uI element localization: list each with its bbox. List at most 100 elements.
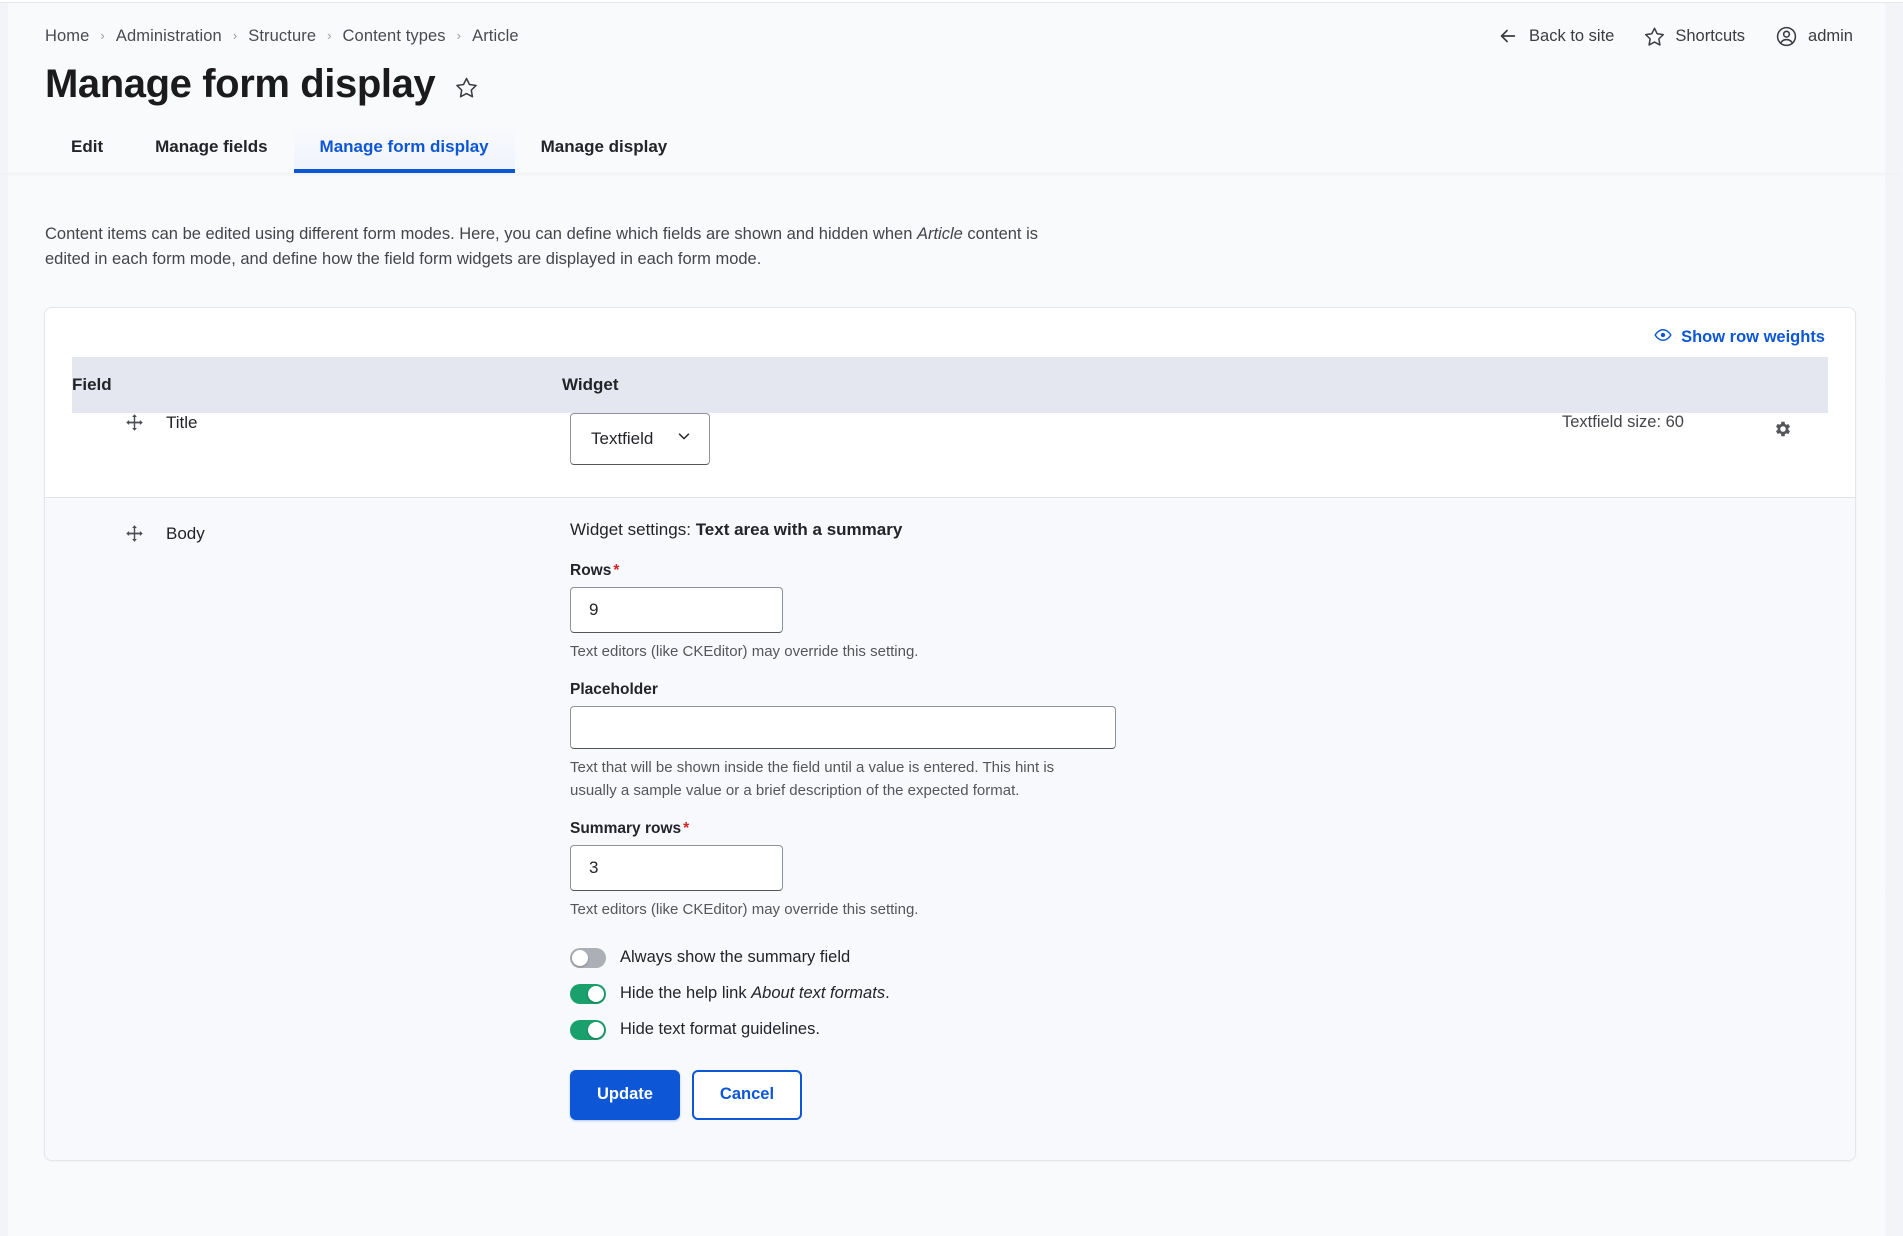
page-title: Manage form display <box>45 61 435 107</box>
hide-help-link-toggle[interactable] <box>570 984 606 1004</box>
always-show-summary-label: Always show the summary field <box>620 948 850 967</box>
rows-label: Rows* <box>570 562 1828 580</box>
field-name-cell-body: Body <box>72 498 562 1160</box>
row-spacer-left <box>45 413 72 498</box>
widget-settings-prefix: Widget settings: <box>570 520 691 539</box>
tab-manage-form-display[interactable]: Manage form display <box>294 125 515 173</box>
column-header-field: Field <box>72 357 562 413</box>
account-name-label: admin <box>1808 27 1853 46</box>
shortcuts-button[interactable]: Shortcuts <box>1644 26 1745 47</box>
hide-help-link-label-pre: Hide the help link <box>620 984 751 1002</box>
drag-handle-icon[interactable] <box>125 413 144 432</box>
manage-form-display-card: Show row weights Field Widget <box>44 307 1856 1161</box>
always-show-summary-toggle[interactable] <box>570 948 606 968</box>
summary-rows-input[interactable] <box>570 845 783 891</box>
user-account-button[interactable]: admin <box>1775 25 1853 48</box>
header-spacer-left <box>45 357 72 413</box>
toggle-row-hide-text-format-guidelines: Hide text format guidelines. <box>570 1020 1828 1040</box>
widget-select-title[interactable]: Textfield <box>570 413 710 465</box>
column-header-summary <box>1562 357 1738 413</box>
breadcrumb-item-structure[interactable]: Structure <box>248 27 316 46</box>
star-icon <box>1644 26 1665 47</box>
column-header-actions <box>1738 357 1828 413</box>
form-item-summary-rows: Summary rows* Text editors (like CKEdito… <box>570 820 1828 921</box>
cancel-button[interactable]: Cancel <box>692 1070 802 1120</box>
required-marker: * <box>683 820 689 837</box>
settings-button-row: Update Cancel <box>570 1070 1828 1120</box>
widget-summary-title: Textfield size: 60 <box>1562 413 1738 498</box>
summary-rows-description: Text editors (like CKEditor) may overrid… <box>570 898 1090 921</box>
show-row-weights-link[interactable]: Show row weights <box>1654 326 1825 349</box>
placeholder-description: Text that will be shown inside the field… <box>570 756 1090 803</box>
page-description: Content items can be edited using differ… <box>0 190 1100 273</box>
hide-text-format-guidelines-label: Hide text format guidelines. <box>620 1020 820 1039</box>
hide-help-link-label-post: . <box>885 984 890 1002</box>
widget-settings-cell-title <box>1738 413 1828 498</box>
field-display-table: Field Widget <box>45 357 1855 1160</box>
placeholder-input[interactable] <box>570 706 1116 749</box>
breadcrumb-separator-icon: › <box>100 29 104 42</box>
hide-help-link-label-emphasis: About text formats <box>751 984 885 1002</box>
widget-settings-form-cell-body: Widget settings: Text area with a summar… <box>562 498 1828 1160</box>
admin-toolbar-actions: Back to site Shortcuts <box>1497 25 1853 48</box>
toggle-knob <box>588 986 604 1002</box>
description-emphasis: Article <box>917 225 963 243</box>
table-row: Title Textfield <box>45 413 1855 498</box>
breadcrumb-separator-icon: › <box>327 29 331 42</box>
breadcrumb-separator-icon: › <box>457 29 461 42</box>
breadcrumb-separator-icon: › <box>233 29 237 42</box>
tab-edit[interactable]: Edit <box>45 125 129 173</box>
body-widget-settings-form: Widget settings: Text area with a summar… <box>562 498 1828 1160</box>
placeholder-label: Placeholder <box>570 681 1828 699</box>
tab-manage-fields[interactable]: Manage fields <box>129 125 293 173</box>
field-label-body: Body <box>166 524 205 544</box>
toggle-knob <box>588 1022 604 1038</box>
breadcrumb-item-content-types[interactable]: Content types <box>343 27 446 46</box>
summary-rows-label-text: Summary rows <box>570 820 681 837</box>
header-spacer-right <box>1828 357 1855 413</box>
breadcrumb: Home › Administration › Structure › Cont… <box>45 27 519 46</box>
widget-select-cell-title: Textfield <box>562 413 1562 498</box>
page-header-region: Home › Administration › Structure › Cont… <box>0 3 1903 173</box>
widget-select-value: Textfield <box>591 429 653 449</box>
favorite-star-icon[interactable] <box>451 72 482 103</box>
show-row-weights-row: Show row weights <box>45 308 1855 357</box>
tab-manage-display[interactable]: Manage display <box>515 125 694 173</box>
table-row: Body Widget settings: Text area with a s… <box>45 498 1855 1160</box>
row-spacer-right <box>1828 413 1855 498</box>
rows-label-text: Rows <box>570 562 611 579</box>
field-label-title: Title <box>166 413 198 433</box>
page-root: Home › Administration › Structure › Cont… <box>0 3 1903 1236</box>
chevron-down-icon <box>675 427 693 450</box>
row-spacer-right <box>1828 498 1855 1160</box>
back-to-site-button[interactable]: Back to site <box>1497 25 1614 47</box>
hide-text-format-guidelines-toggle[interactable] <box>570 1020 606 1040</box>
primary-tabs: Edit Manage fields Manage form display M… <box>0 107 1903 173</box>
row-spacer-left <box>45 498 72 1160</box>
widget-settings-widget-name: Text area with a summary <box>696 520 903 539</box>
summary-rows-label: Summary rows* <box>570 820 1828 838</box>
breadcrumb-item-home[interactable]: Home <box>45 27 89 46</box>
update-button[interactable]: Update <box>570 1070 680 1120</box>
user-circle-icon <box>1775 25 1798 48</box>
hide-help-link-label: Hide the help link About text formats. <box>620 984 890 1003</box>
rows-input[interactable] <box>570 587 783 633</box>
required-marker: * <box>613 562 619 579</box>
breadcrumb-item-administration[interactable]: Administration <box>116 27 222 46</box>
breadcrumb-row: Home › Administration › Structure › Cont… <box>0 3 1903 47</box>
toggle-row-always-show-summary: Always show the summary field <box>570 948 1828 968</box>
table-head: Field Widget <box>45 357 1855 413</box>
table-body: Title Textfield <box>45 413 1855 1160</box>
toggle-knob <box>572 950 588 966</box>
description-part-1: Content items can be edited using differ… <box>45 225 917 243</box>
gear-icon[interactable] <box>1767 413 1799 445</box>
table-header-row: Field Widget <box>45 357 1855 413</box>
rows-description: Text editors (like CKEditor) may overrid… <box>570 640 1090 663</box>
breadcrumb-item-article[interactable]: Article <box>472 27 519 46</box>
form-item-rows: Rows* Text editors (like CKEditor) may o… <box>570 562 1828 663</box>
drag-handle-icon[interactable] <box>125 524 144 543</box>
widget-settings-title: Widget settings: Text area with a summar… <box>570 520 1828 540</box>
back-to-site-label: Back to site <box>1529 27 1614 46</box>
show-row-weights-label: Show row weights <box>1681 328 1825 347</box>
eye-icon <box>1654 326 1672 349</box>
